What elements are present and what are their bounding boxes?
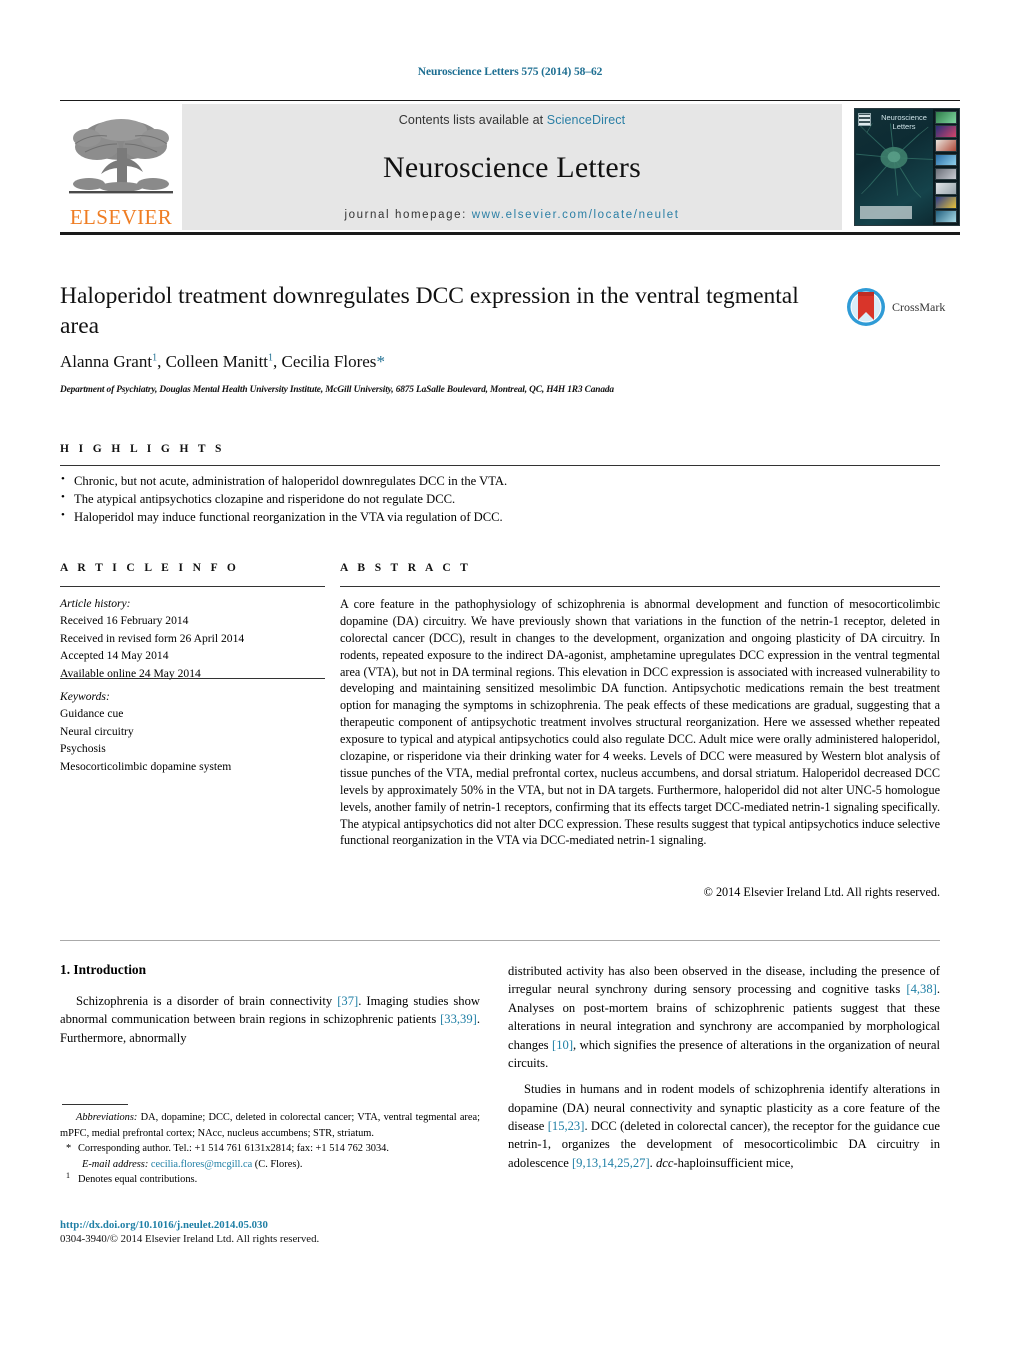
homepage-prefix: journal homepage:: [344, 209, 472, 221]
footnote-corresponding-text: Corresponding author. Tel.: +1 514 761 6…: [78, 1143, 389, 1155]
cover-thumbnail-strip: [933, 109, 959, 225]
cover-barcode-icon: [858, 113, 871, 126]
doi-link[interactable]: http://dx.doi.org/10.1016/j.neulet.2014.…: [60, 1219, 520, 1231]
footnote-email-text[interactable]: E-mail address: cecilia.flores@mcgill.ca…: [82, 1159, 302, 1170]
page-title: Haloperidol treatment downregulates DCC …: [60, 283, 799, 339]
affiliation: Department of Psychiatry, Douglas Mental…: [60, 385, 614, 395]
running-head: Neuroscience Letters 575 (2014) 58–62: [417, 66, 603, 78]
journal-homepage-line: journal homepage: www.elsevier.com/locat…: [344, 209, 679, 221]
abstract-heading: A B S T R A C T: [340, 562, 472, 574]
journal-cover-thumbnail: Neuroscience Letters: [842, 104, 960, 230]
highlights-rule: [60, 465, 940, 466]
footnotes-block: Abbreviations: DA, dopamine; DCC, delete…: [60, 1110, 480, 1188]
list-item: Haloperidol may induce functional reorga…: [60, 508, 940, 527]
cover-art: Neuroscience Letters: [854, 108, 960, 226]
publisher-logo: ELSEVIER: [60, 104, 182, 230]
crossmark-badge[interactable]: CrossMark: [846, 284, 956, 330]
keywords-block: Keywords: Guidance cue Neural circuitry …: [60, 688, 340, 775]
paper-page: Neuroscience Letters 575 (2014) 58–62 EL…: [0, 0, 1020, 1351]
footnote-rule: [62, 1104, 128, 1105]
cover-thumb: [935, 139, 957, 153]
cover-thumb: [935, 196, 957, 209]
intro-paragraph-right-2: Studies in humans and in rodent models o…: [508, 1082, 940, 1170]
footnote-email[interactable]: E-mail address: cecilia.flores@mcgill.ca…: [60, 1157, 480, 1173]
crossmark-label: CrossMark: [892, 299, 946, 314]
issn-copyright: 0304-3940/© 2014 Elsevier Ireland Ltd. A…: [60, 1233, 320, 1245]
list-item: Chronic, but not acute, administration o…: [60, 472, 940, 491]
highlights-list: Chronic, but not acute, administration o…: [60, 472, 940, 527]
footnote-equal-contributions: 1 Denotes equal contributions.: [60, 1171, 480, 1188]
keyword-item: Neural circuitry: [60, 724, 134, 738]
elsevier-wordmark: ELSEVIER: [69, 205, 173, 229]
masthead-bottom-rule: [60, 232, 960, 235]
cover-caption-block: [860, 206, 912, 219]
cover-thumb: [935, 210, 957, 223]
body-column-right: distributed activity has also been obser…: [508, 962, 940, 1180]
author-list: Alanna Grant1, Colleen Manitt1, Cecilia …: [60, 352, 385, 371]
list-item: The atypical antipsychotics clozapine an…: [60, 490, 940, 509]
footnote-abbreviations: Abbreviations: DA, dopamine; DCC, delete…: [60, 1112, 480, 1139]
abstract-text: A core feature in the pathophysiology of…: [340, 597, 940, 848]
elsevier-tree-icon: [67, 114, 175, 206]
homepage-link[interactable]: www.elsevier.com/locate/neulet: [472, 209, 680, 221]
footnote-corresponding-author: * Corresponding author. Tel.: +1 514 761…: [60, 1141, 480, 1157]
journal-title: Neuroscience Letters: [382, 151, 642, 184]
keywords-rule: [60, 678, 325, 679]
journal-masthead: ELSEVIER Contents lists available at Sci…: [60, 104, 960, 230]
article-history-label: Article history:: [60, 597, 131, 610]
article-history: Article history: Received 16 February 20…: [60, 595, 330, 682]
section-heading-introduction: 1. Introduction: [60, 962, 147, 977]
keywords-label: Keywords:: [60, 690, 110, 703]
cover-journal-title: Neuroscience Letters: [881, 113, 927, 131]
keyword-item: Mesocorticolimbic dopamine system: [60, 759, 232, 773]
footnote-equal-text: Denotes equal contributions.: [78, 1174, 198, 1186]
keyword-item: Psychosis: [60, 742, 106, 756]
highlights-heading: H I G H L I G H T S: [60, 443, 225, 455]
cover-thumb: [935, 167, 957, 181]
sciencedirect-link[interactable]: ScienceDirect: [547, 113, 625, 127]
contents-available-line: Contents lists available at ScienceDirec…: [399, 113, 625, 127]
history-received: Received 16 February 2014: [60, 614, 189, 628]
intro-paragraph-left: Schizophrenia is a disorder of brain con…: [60, 994, 480, 1045]
history-revised: Received in revised form 26 April 2014: [60, 631, 245, 645]
contents-band: Contents lists available at ScienceDirec…: [182, 104, 842, 230]
body-top-rule: [60, 940, 940, 941]
cover-thumb: [935, 153, 957, 167]
cover-thumb: [935, 181, 957, 195]
article-info-heading: A R T I C L E I N F O: [60, 562, 240, 574]
footnote-marker-one: 1: [66, 1171, 70, 1181]
abstract-rule: [340, 586, 940, 587]
history-accepted: Accepted 14 May 2014: [60, 649, 169, 663]
body-column-left: 1. Introduction Schizophrenia is a disor…: [60, 962, 480, 1055]
top-divider: [60, 100, 960, 101]
intro-paragraph-right-1: distributed activity has also been obser…: [508, 964, 940, 1070]
cover-thumb: [935, 111, 957, 124]
abstract-copyright: © 2014 Elsevier Ireland Ltd. All rights …: [703, 885, 940, 899]
article-info-rule: [60, 586, 325, 587]
crossmark-icon: [847, 288, 885, 326]
contents-prefix: Contents lists available at: [398, 113, 547, 127]
cover-thumb: [935, 125, 957, 138]
history-online: Available online 24 May 2014: [60, 666, 201, 680]
keyword-item: Guidance cue: [60, 707, 124, 721]
footnote-marker-asterisk: *: [66, 1143, 72, 1155]
